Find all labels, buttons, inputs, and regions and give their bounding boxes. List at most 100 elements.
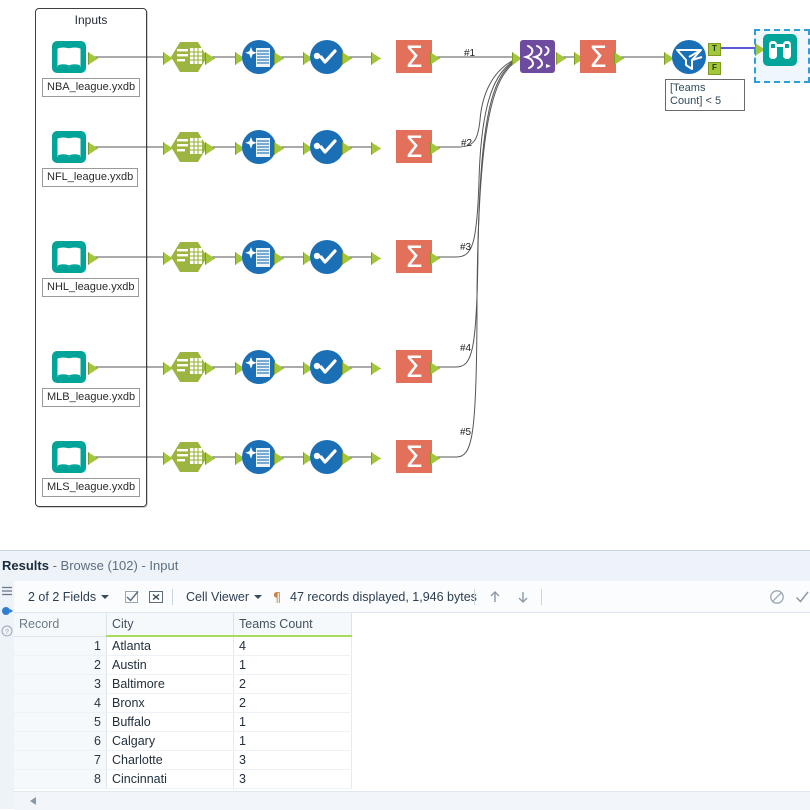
results-left-rail[interactable]: ?	[0, 581, 15, 809]
check-box-icon[interactable]	[124, 589, 140, 605]
input-file-label-1[interactable]: NBA_league.yxdb	[42, 78, 141, 97]
select-tool-4[interactable]	[170, 348, 208, 386]
toolbar-divider	[474, 589, 475, 605]
cell-record[interactable]: 2	[14, 655, 107, 675]
table-row[interactable]: 8 Cincinnati 3	[14, 769, 352, 789]
cell-teams[interactable]: 1	[233, 655, 352, 675]
summarize-tool-5[interactable]: Σ	[396, 438, 434, 476]
input-data-tool-2[interactable]	[50, 128, 88, 166]
input-data-tool-3[interactable]	[50, 238, 88, 276]
workflow-canvas[interactable]: Inputs NBA_league.yxdb Σ #1 NFL_league.y…	[0, 0, 810, 550]
help-icon[interactable]: ?	[1, 625, 13, 637]
connection-label-3: #3	[460, 242, 472, 253]
table-row[interactable]: 3 Baltimore 2	[14, 674, 352, 694]
cell-teams[interactable]: 2	[233, 674, 352, 694]
select-tool-5[interactable]	[170, 438, 208, 476]
pilcrow-icon[interactable]: ¶	[269, 589, 285, 606]
fields-selector[interactable]: 2 of 2 Fields	[28, 581, 110, 613]
svg-text:Σ: Σ	[405, 440, 423, 474]
results-grid[interactable]: Record City Teams Count 1 Atlanta 4 2 Au…	[14, 613, 810, 809]
cell-record[interactable]: 5	[14, 712, 107, 732]
data-cleansing-tool-1[interactable]	[240, 38, 278, 76]
svg-text:Σ: Σ	[405, 240, 423, 274]
scroll-left-arrow-icon[interactable]	[30, 797, 36, 805]
input-file-label-3[interactable]: NHL_league.yxdb	[42, 278, 140, 297]
arrow-up-icon[interactable]	[487, 589, 503, 605]
select-records-tool-4[interactable]	[308, 348, 346, 386]
cell-city[interactable]: Austin	[106, 655, 234, 675]
filter-true-anchor[interactable]: T	[708, 43, 721, 56]
cell-record[interactable]: 3	[14, 674, 107, 694]
input-data-tool-5[interactable]	[50, 438, 88, 476]
filter-tool[interactable]	[670, 38, 708, 76]
table-row[interactable]: 5 Buffalo 1	[14, 712, 352, 732]
select-tool-3[interactable]	[170, 238, 208, 276]
table-row[interactable]: 7 Charlotte 3	[14, 750, 352, 770]
filter-annotation[interactable]: [Teams Count] < 5	[665, 79, 745, 111]
x-box-icon[interactable]	[148, 589, 164, 605]
summarize-tool-4[interactable]: Σ	[396, 348, 434, 386]
union-tool[interactable]	[519, 38, 557, 76]
input-file-label-2[interactable]: NFL_league.yxdb	[42, 168, 139, 187]
column-header-city[interactable]: City	[106, 613, 234, 637]
column-header-record[interactable]: Record	[14, 613, 107, 637]
check-icon[interactable]	[794, 589, 810, 605]
cell-city[interactable]: Bronx	[106, 693, 234, 713]
filter-false-anchor[interactable]: F	[708, 62, 721, 75]
cell-city[interactable]: Calgary	[106, 731, 234, 751]
select-records-tool-1[interactable]	[308, 38, 346, 76]
input-file-label-4[interactable]: MLB_league.yxdb	[42, 388, 141, 407]
cell-record[interactable]: 4	[14, 693, 107, 713]
input-file-label-5[interactable]: MLS_league.yxdb	[42, 478, 141, 497]
cell-city[interactable]: Charlotte	[106, 750, 234, 770]
browse-tool[interactable]	[761, 31, 799, 69]
no-entry-icon[interactable]	[769, 589, 785, 605]
table-row[interactable]: 6 Calgary 1	[14, 731, 352, 751]
chevron-down-icon[interactable]	[101, 595, 110, 600]
cell-record[interactable]: 8	[14, 769, 107, 789]
cell-teams[interactable]: 3	[233, 750, 352, 770]
record-info-label: 47 records displayed, 1,946 bytes	[290, 590, 477, 604]
data-cleansing-tool-4[interactable]	[240, 348, 278, 386]
arrow-down-icon[interactable]	[515, 589, 531, 605]
data-cleansing-tool-5[interactable]	[240, 438, 278, 476]
select-tool-1[interactable]	[170, 38, 208, 76]
cell-city[interactable]: Baltimore	[106, 674, 234, 694]
chevron-down-icon[interactable]	[254, 595, 262, 600]
table-row[interactable]: 4 Bronx 2	[14, 693, 352, 713]
hamburger-menu-icon[interactable]	[1, 585, 13, 597]
table-row[interactable]: 2 Austin 1	[14, 655, 352, 675]
results-toolbar[interactable]: 2 of 2 Fields Cell Viewer ¶ 47 records d…	[14, 581, 810, 613]
data-cleansing-tool-2[interactable]	[240, 128, 278, 166]
cell-record[interactable]: 7	[14, 750, 107, 770]
cell-record[interactable]: 1	[14, 636, 107, 656]
cell-teams[interactable]: 2	[233, 693, 352, 713]
results-panel[interactable]: Results - Browse (102) - Input ? 2 of 2 …	[0, 550, 810, 810]
cell-city[interactable]: Buffalo	[106, 712, 234, 732]
column-header-teams-count[interactable]: Teams Count	[233, 613, 352, 637]
results-table[interactable]: Record City Teams Count 1 Atlanta 4 2 Au…	[14, 613, 352, 789]
cell-city[interactable]: Cincinnati	[106, 769, 234, 789]
select-tool-2[interactable]	[170, 128, 208, 166]
summarize-tool-1[interactable]: Σ	[396, 38, 434, 76]
summarize-tool-final[interactable]: Σ	[580, 38, 618, 76]
cell-record[interactable]: 6	[14, 731, 107, 751]
table-row[interactable]: 1 Atlanta 4	[14, 636, 352, 656]
select-records-tool-3[interactable]	[308, 238, 346, 276]
cell-teams[interactable]: 1	[233, 712, 352, 732]
input-data-tool-4[interactable]	[50, 348, 88, 386]
summarize-tool-2[interactable]: Σ	[396, 128, 434, 166]
view-mode-selector[interactable]: Cell Viewer	[186, 581, 262, 613]
table-header-row: Record City Teams Count	[14, 613, 352, 637]
input-data-tool-1[interactable]	[50, 38, 88, 76]
select-records-tool-5[interactable]	[308, 438, 346, 476]
browse-anchor-icon[interactable]	[1, 605, 13, 617]
cell-teams[interactable]: 3	[233, 769, 352, 789]
cell-teams[interactable]: 1	[233, 731, 352, 751]
data-cleansing-tool-3[interactable]	[240, 238, 278, 276]
select-records-tool-2[interactable]	[308, 128, 346, 166]
summarize-tool-3[interactable]: Σ	[396, 238, 434, 276]
cell-teams[interactable]: 4	[233, 636, 352, 656]
cell-city[interactable]: Atlanta	[106, 636, 234, 656]
horizontal-scrollbar[interactable]	[14, 791, 810, 810]
